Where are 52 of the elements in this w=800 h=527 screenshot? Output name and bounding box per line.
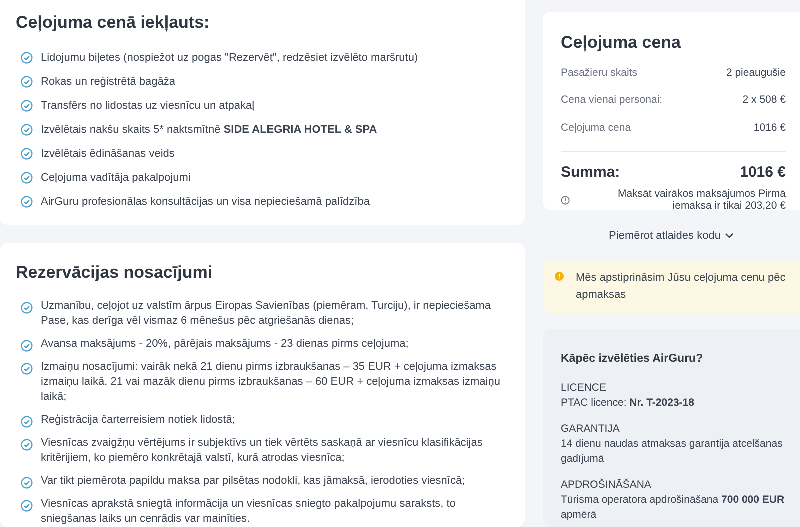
list-item-text: Viesnīcas zvaigžņu vērtējums ir subjektīvs un tiek vērtēts saskaņā ar viesnīcu klasifikācijas kritērijiem, ko piemēro konkrētajā valstī, kurā atrodas viesnīca; bbox=[41, 436, 484, 466]
total-value: 1016 € bbox=[740, 162, 786, 183]
row-value: 2 pieaugušie bbox=[726, 66, 786, 80]
check-circle-icon bbox=[21, 52, 33, 64]
check-circle-icon bbox=[21, 196, 33, 208]
panel-title: Kāpēc izvēlēties AirGuru? bbox=[561, 352, 704, 366]
check-circle-icon bbox=[21, 302, 33, 314]
section-heading: GARANTIJA bbox=[561, 422, 621, 437]
check-circle-icon bbox=[21, 100, 33, 112]
notice-text: Mēs apstiprināsim Jūsu ceļojuma cenu pēc apmaksas bbox=[576, 270, 787, 302]
chevron-down-icon bbox=[724, 233, 734, 240]
section-text: Tūrisma operatora apdrošināšana 700 000 EUR apmērā bbox=[561, 492, 786, 523]
row-label: Pasažieru skaits bbox=[561, 66, 638, 80]
section-text: 14 dienu naudas atmaksas garantija atcelšanas gadījumā bbox=[561, 436, 784, 467]
total-label: Summa: bbox=[561, 162, 620, 183]
section-title: Ceļojuma cenā iekļauts: bbox=[16, 12, 211, 34]
list-item-text: Izvēlētais nakšu skaits 5* naktsmītnē SIDE ALEGRIA HOTEL & SPA bbox=[41, 122, 378, 138]
list-item-text: Reģistrācija čarterreisiem notiek lidostā; bbox=[41, 413, 236, 428]
section-text: PTAC licence: Nr. T-2023-18 bbox=[561, 396, 696, 411]
row-value: 2 x 508 € bbox=[742, 93, 786, 108]
list-item-text: Viesnīcas aprakstā sniegtā informācija un viesnīcas sniegto pakalpojumu saraksts, to sniegšanas laiks un cenrādis var mainīties. bbox=[41, 497, 457, 527]
check-circle-icon bbox=[21, 363, 33, 375]
section-title: Rezervācijas nosacījumi bbox=[16, 262, 214, 284]
check-circle-icon bbox=[21, 148, 33, 160]
list-item-text: Rokas un reģistrētā bagāža bbox=[41, 74, 176, 90]
alert-icon bbox=[555, 272, 564, 280]
row-label: Ceļojuma cena bbox=[561, 121, 632, 136]
list-item-text: AirGuru profesionālas konsultācijas un visa nepieciešamā palīdzība bbox=[41, 194, 370, 210]
check-circle-icon bbox=[21, 500, 33, 512]
installments-note: Maksāt vairākos maksājumos Pirmā iemaksa ir tikai 203,20 € bbox=[616, 188, 786, 212]
check-circle-icon bbox=[21, 172, 33, 184]
list-item-text: Avansa maksājums - 20%, pārējais maksājums - 23 dienas pirms ceļojuma; bbox=[41, 337, 409, 352]
list-item-text: Var tikt piemērota papildu maksa par pilsētas nodokli, kas jāmaksā, ierodoties viesnīcā; bbox=[41, 474, 466, 489]
check-circle-icon bbox=[21, 439, 33, 451]
check-circle-icon bbox=[21, 76, 33, 88]
check-circle-icon bbox=[21, 416, 33, 428]
discount-code-link[interactable]: Piemērot atlaides kodu bbox=[609, 228, 734, 244]
info-icon bbox=[561, 196, 570, 206]
list-item-text: Lidojumu biļetes (nospiežot uz pogas "Rezervēt", redzēsiet izvēlēto maršrutu) bbox=[41, 50, 418, 66]
list-item-text: Transfērs no lidostas uz viesnīcu un atpakaļ bbox=[41, 98, 255, 114]
card-title: Ceļojuma cena bbox=[561, 32, 682, 54]
check-circle-icon bbox=[21, 124, 33, 136]
section-heading: LICENCE bbox=[561, 380, 608, 396]
list-item-text: Uzmanību, ceļojot uz valstīm ārpus Eiropas Savienības (piemēram, Turciju), ir nepieciešama Pase, kas derīga vēl vismaz 6 mēnešus pēc atgriešanās dienas; bbox=[41, 299, 492, 329]
list-item-text: Ceļojuma vadītāja pakalpojumi bbox=[41, 170, 191, 186]
row-label: Cena vienai personai: bbox=[561, 93, 663, 108]
check-circle-icon bbox=[21, 477, 33, 489]
row-value: 1016 € bbox=[754, 121, 786, 136]
section-heading: APDROŠINĀŠANA bbox=[561, 478, 652, 493]
list-item-text: Izvēlētais ēdināšanas veids bbox=[41, 146, 175, 162]
list-item-text: Izmaiņu nosacījumi: vairāk nekā 21 dienu pirms izbraukšanas – 35 EUR + ceļojuma izmaksas izmaiņu laikā, 21 vai mazāk dienu pirms izbraukšanas – 60 EUR + ceļojuma izmaksas izmaiņu laikā; bbox=[41, 360, 502, 405]
check-circle-icon bbox=[21, 340, 33, 352]
